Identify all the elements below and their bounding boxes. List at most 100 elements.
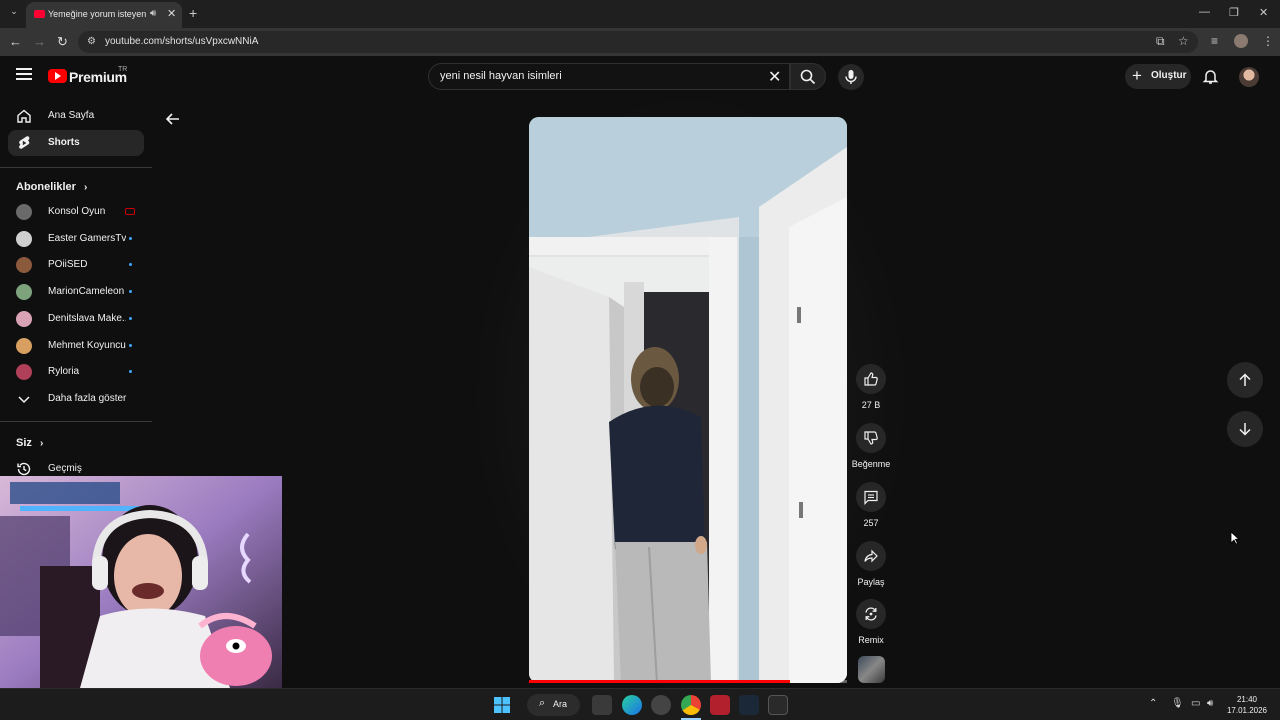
- tab-title: Yemeğine yorum isteyen anne: [48, 9, 148, 19]
- steam-icon[interactable]: [739, 695, 759, 715]
- close-window-icon[interactable]: ✕: [1259, 6, 1268, 19]
- taskbar-search[interactable]: ⌕ Ara: [527, 694, 580, 716]
- youtube-logo-icon[interactable]: [48, 69, 67, 83]
- close-icon[interactable]: ✕: [768, 67, 781, 87]
- close-tab-icon[interactable]: ✕: [167, 7, 176, 20]
- live-indicator-icon: [125, 208, 135, 215]
- sidebar-item-shorts[interactable]: Shorts: [8, 130, 144, 156]
- volume-icon[interactable]: 🔊︎: [1207, 698, 1213, 709]
- comment-button[interactable]: 257: [850, 482, 892, 528]
- show-more-button[interactable]: Daha fazla göster: [8, 386, 144, 412]
- mouse-cursor-icon: [1230, 531, 1240, 545]
- epic-games-icon[interactable]: [768, 695, 788, 715]
- subscriptions-title-text: Abonelikler: [16, 181, 76, 193]
- remix-icon: [856, 599, 886, 629]
- subscription-item[interactable]: Mehmet Koyuncu: [8, 334, 144, 358]
- subscription-item[interactable]: Ryloria: [8, 360, 144, 384]
- channel-name: Ryloria: [48, 366, 80, 378]
- bell-icon[interactable]: [1202, 68, 1219, 85]
- channel-avatar: [16, 204, 32, 220]
- app-icon[interactable]: [710, 695, 730, 715]
- history-icon: [17, 462, 31, 476]
- like-button[interactable]: 27 B: [850, 364, 892, 410]
- sound-thumbnail[interactable]: [858, 656, 885, 683]
- channel-name: POiiSED: [48, 259, 88, 271]
- subscription-item[interactable]: MarionCameleon: [8, 280, 144, 304]
- remix-label: Remix: [858, 635, 884, 645]
- subscriptions-title[interactable]: Abonelikler ›: [16, 181, 87, 193]
- channel-avatar: [16, 364, 32, 381]
- progress-bar[interactable]: [529, 680, 847, 683]
- chevron-right-icon: ›: [83, 182, 88, 193]
- new-content-dot: [129, 290, 132, 294]
- new-tab-icon[interactable]: +: [189, 5, 197, 21]
- channel-name: Konsol Oyun: [48, 206, 106, 217]
- show-hidden-icons-icon[interactable]: ⌃: [1149, 698, 1157, 709]
- you-section-title[interactable]: Siz ›: [16, 437, 43, 449]
- channel-avatar: [16, 310, 32, 327]
- previous-short-button[interactable]: [1227, 362, 1263, 398]
- address-bar[interactable]: ⚙︎ youtube.com/shorts/usVpxcwNNiA: [78, 31, 1198, 53]
- hamburger-icon[interactable]: [16, 68, 32, 83]
- voice-search-button[interactable]: [838, 64, 864, 90]
- back-icon[interactable]: ←: [9, 34, 22, 49]
- install-app-icon[interactable]: ⧉: [1156, 34, 1165, 49]
- channel-avatar: [16, 230, 32, 247]
- remix-button[interactable]: Remix: [850, 599, 892, 645]
- browser-menu-icon[interactable]: ⋮: [1262, 34, 1274, 48]
- subscription-item[interactable]: Konsol Oyun: [8, 200, 144, 224]
- search-input[interactable]: yeni nesil hayvan isimleri ✕: [428, 63, 790, 90]
- bookmark-star-icon[interactable]: ☆: [1178, 34, 1189, 48]
- sidebar-item-label: Shorts: [48, 137, 80, 148]
- chevron-down-icon: [18, 396, 30, 404]
- app-icon[interactable]: [651, 695, 671, 715]
- media-controls-icon[interactable]: ≡: [1211, 34, 1218, 48]
- share-button[interactable]: Paylaş: [850, 541, 892, 587]
- sidebar-divider: [0, 167, 152, 168]
- back-arrow-icon[interactable]: [164, 110, 182, 128]
- taskbar-clock[interactable]: 21:40 17.01.2026: [1224, 694, 1270, 716]
- site-info-icon[interactable]: ⚙︎: [87, 36, 96, 47]
- sidebar-item-label: Ana Sayfa: [48, 110, 95, 121]
- chrome-icon[interactable]: [681, 695, 701, 715]
- task-view-icon[interactable]: [592, 695, 612, 715]
- progress-bar-fill: [529, 680, 790, 683]
- minimize-icon[interactable]: —: [1199, 6, 1210, 18]
- reload-icon[interactable]: ↻: [57, 34, 68, 50]
- restore-icon[interactable]: ❐: [1229, 6, 1239, 19]
- next-short-button[interactable]: [1227, 411, 1263, 447]
- microphone-tray-icon[interactable]: 🎙︎: [1171, 698, 1184, 709]
- search-input-value[interactable]: yeni nesil hayvan isimleri: [440, 70, 562, 82]
- speaker-icon[interactable]: 🔊︎: [150, 8, 156, 19]
- new-content-dot: [129, 370, 132, 374]
- avatar[interactable]: [1239, 67, 1259, 87]
- tab-search-icon[interactable]: ⌄: [7, 6, 21, 20]
- edge-icon[interactable]: [622, 695, 642, 715]
- forward-icon[interactable]: →: [33, 34, 46, 49]
- new-content-dot: [129, 316, 132, 320]
- sidebar-divider: [0, 421, 152, 422]
- search-button[interactable]: [790, 63, 826, 90]
- create-label: Oluştur: [1151, 70, 1187, 81]
- subscription-item[interactable]: Denitslava Make...: [8, 307, 144, 331]
- webcam-frame: [0, 476, 282, 688]
- windows-start-icon[interactable]: [494, 697, 510, 713]
- url-text[interactable]: youtube.com/shorts/usVpxcwNNiA: [105, 36, 258, 47]
- chevron-right-icon: ›: [39, 438, 44, 449]
- browser-profile-avatar[interactable]: [1234, 34, 1248, 48]
- sidebar-item-home[interactable]: Ana Sayfa: [8, 103, 144, 129]
- create-button[interactable]: + Oluştur: [1125, 64, 1191, 89]
- short-video[interactable]: [529, 117, 847, 683]
- subscription-item[interactable]: POiiSED: [8, 253, 144, 277]
- dislike-button[interactable]: Beğenme: [850, 423, 892, 469]
- browser-tab[interactable]: Yemeğine yorum isteyen anne 🔊︎ ✕: [26, 2, 182, 28]
- show-more-label: Daha fazla göster: [48, 393, 127, 404]
- windows-taskbar: ⌕ Ara ⌃ 🎙︎ ▭ 🔊︎ 21:40 17.01.2026: [0, 688, 1280, 720]
- network-icon[interactable]: ▭: [1191, 698, 1200, 709]
- dislike-icon: [856, 423, 886, 453]
- you-title-text: Siz: [16, 437, 32, 449]
- new-content-dot: [129, 263, 132, 267]
- subscription-item[interactable]: Easter GamersTv: [8, 227, 144, 251]
- channel-avatar: [16, 284, 32, 301]
- browser-toolbar: ← → ↻ ⚙︎ youtube.com/shorts/usVpxcwNNiA …: [0, 28, 1280, 56]
